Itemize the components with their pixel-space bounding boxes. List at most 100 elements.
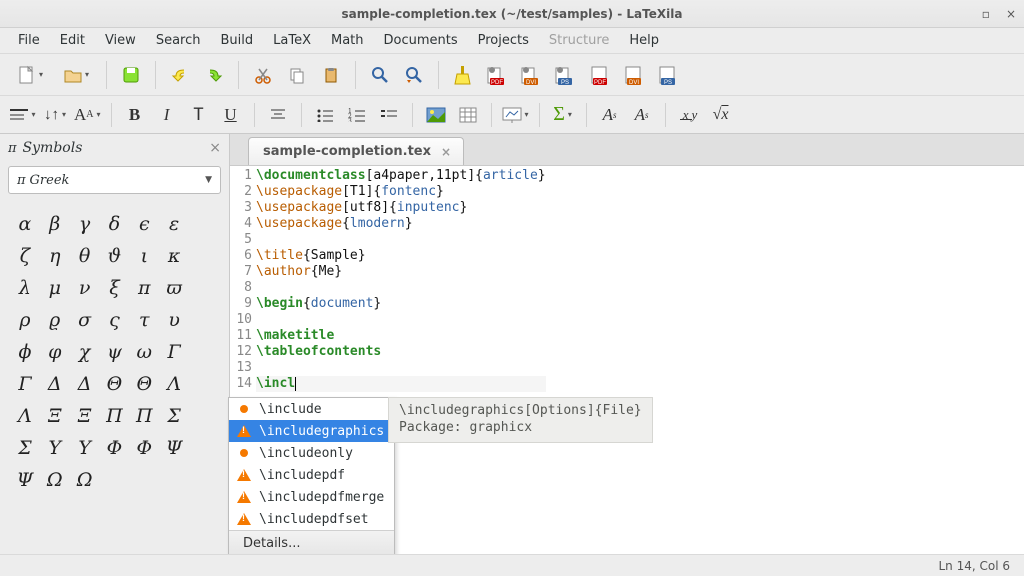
minimize-icon[interactable]: ▫ bbox=[982, 7, 990, 21]
menu-build[interactable]: Build bbox=[212, 29, 261, 52]
completion-popup[interactable]: \include\includegraphics\includeonly\inc… bbox=[228, 397, 395, 557]
menu-projects[interactable]: Projects bbox=[470, 29, 537, 52]
code-content[interactable]: \documentclass[a4paper,11pt]{article}\us… bbox=[256, 168, 546, 392]
symbol-cell[interactable]: Ξ bbox=[40, 400, 70, 432]
symbol-cell[interactable]: Λ bbox=[10, 400, 40, 432]
symbol-cell[interactable]: γ bbox=[70, 208, 100, 240]
symbol-cell[interactable]: ϑ bbox=[100, 240, 130, 272]
symbol-cell[interactable]: Ψ bbox=[10, 464, 40, 496]
menu-help[interactable]: Help bbox=[621, 29, 667, 52]
symbol-cell[interactable]: σ bbox=[70, 304, 100, 336]
menu-edit[interactable]: Edit bbox=[52, 29, 93, 52]
redo-button[interactable] bbox=[200, 61, 228, 89]
undo-button[interactable] bbox=[166, 61, 194, 89]
symbol-cell[interactable]: υ bbox=[159, 304, 189, 336]
symbol-cell[interactable]: Φ bbox=[100, 432, 130, 464]
menu-latex[interactable]: LaTeX bbox=[265, 29, 319, 52]
sectioning-button[interactable]: ▾ bbox=[10, 102, 36, 128]
symbol-cell[interactable]: ζ bbox=[10, 240, 40, 272]
math-sum-button[interactable]: Σ▾ bbox=[550, 102, 576, 128]
typewriter-button[interactable]: T bbox=[186, 102, 212, 128]
symbol-cell[interactable]: φ bbox=[40, 336, 70, 368]
list-bullet-button[interactable] bbox=[312, 102, 338, 128]
menu-documents[interactable]: Documents bbox=[376, 29, 466, 52]
symbol-cell[interactable]: Π bbox=[129, 400, 159, 432]
symbol-cell[interactable]: θ bbox=[70, 240, 100, 272]
completion-details-button[interactable]: Details... bbox=[229, 530, 394, 556]
menu-view[interactable]: View bbox=[97, 29, 144, 52]
side-panel-close-icon[interactable]: × bbox=[209, 140, 221, 156]
symbol-cell[interactable]: δ bbox=[100, 208, 130, 240]
char-size-button[interactable]: AA▾ bbox=[74, 102, 101, 128]
bold-button[interactable]: B bbox=[122, 102, 148, 128]
menu-file[interactable]: File bbox=[10, 29, 48, 52]
symbol-cell[interactable]: Γ bbox=[159, 336, 189, 368]
underline-button[interactable]: U bbox=[218, 102, 244, 128]
math-sqrt-button[interactable]: √x bbox=[708, 102, 734, 128]
italic-button[interactable]: I bbox=[154, 102, 180, 128]
table-button[interactable] bbox=[455, 102, 481, 128]
symbol-cell[interactable]: η bbox=[40, 240, 70, 272]
tab-close-icon[interactable]: × bbox=[441, 145, 451, 159]
copy-button[interactable] bbox=[283, 61, 311, 89]
completion-item[interactable]: \includepdfset bbox=[229, 508, 394, 530]
symbol-cell[interactable]: Δ bbox=[70, 368, 100, 400]
symbol-cell[interactable]: ϖ bbox=[159, 272, 189, 304]
symbol-cell[interactable]: ϵ bbox=[129, 208, 159, 240]
save-button[interactable] bbox=[117, 61, 145, 89]
math-super-button[interactable]: As bbox=[597, 102, 623, 128]
open-file-button[interactable]: ▾ bbox=[56, 61, 96, 89]
symbol-cell[interactable]: Λ bbox=[159, 368, 189, 400]
completion-item[interactable]: \includeonly bbox=[229, 442, 394, 464]
center-button[interactable] bbox=[265, 102, 291, 128]
build-dvips-button[interactable]: PS bbox=[551, 61, 579, 89]
symbol-cell[interactable]: Σ bbox=[10, 432, 40, 464]
symbol-cell[interactable]: ξ bbox=[100, 272, 130, 304]
symbol-cell[interactable]: ν bbox=[70, 272, 100, 304]
list-desc-button[interactable] bbox=[376, 102, 402, 128]
symbol-cell[interactable]: κ bbox=[159, 240, 189, 272]
math-sub-button[interactable]: As bbox=[629, 102, 655, 128]
completion-item[interactable]: \includepdfmerge bbox=[229, 486, 394, 508]
symbol-cell[interactable]: Σ bbox=[159, 400, 189, 432]
symbol-cell[interactable]: ϕ bbox=[10, 336, 40, 368]
symbol-cell[interactable]: Ω bbox=[40, 464, 70, 496]
symbol-cell[interactable]: χ bbox=[70, 336, 100, 368]
completion-item[interactable]: \includepdf bbox=[229, 464, 394, 486]
symbol-cell[interactable]: Φ bbox=[129, 432, 159, 464]
symbol-cell[interactable]: ς bbox=[100, 304, 130, 336]
find-button[interactable] bbox=[366, 61, 394, 89]
symbol-cell[interactable]: Γ bbox=[10, 368, 40, 400]
symbol-cell[interactable]: λ bbox=[10, 272, 40, 304]
find-replace-button[interactable] bbox=[400, 61, 428, 89]
view-pdf-button[interactable]: PDF bbox=[585, 61, 613, 89]
menu-math[interactable]: Math bbox=[323, 29, 372, 52]
cut-button[interactable] bbox=[249, 61, 277, 89]
symbol-cell[interactable]: α bbox=[10, 208, 40, 240]
build-latex-button[interactable]: DVI bbox=[517, 61, 545, 89]
references-button[interactable]: ↓↑▾ bbox=[42, 102, 68, 128]
symbol-cell[interactable]: Π bbox=[100, 400, 130, 432]
symbol-category-combo[interactable]: πGreek ▼ bbox=[8, 166, 221, 194]
symbol-cell[interactable]: ω bbox=[129, 336, 159, 368]
symbol-cell[interactable]: ι bbox=[129, 240, 159, 272]
symbol-cell[interactable]: ρ bbox=[10, 304, 40, 336]
build-pdflatex-button[interactable]: PDF bbox=[483, 61, 511, 89]
math-frac-button[interactable]: xy bbox=[676, 102, 702, 128]
tab-active[interactable]: sample-completion.tex × bbox=[248, 137, 464, 165]
symbol-cell[interactable]: β bbox=[40, 208, 70, 240]
new-file-button[interactable]: ▾ bbox=[10, 61, 50, 89]
symbol-cell[interactable]: ε bbox=[159, 208, 189, 240]
view-dvi-button[interactable]: DVI bbox=[619, 61, 647, 89]
symbol-cell[interactable]: Θ bbox=[129, 368, 159, 400]
list-enum-button[interactable]: 123 bbox=[344, 102, 370, 128]
symbol-cell[interactable]: Υ bbox=[70, 432, 100, 464]
build-clean-button[interactable] bbox=[449, 61, 477, 89]
figure-button[interactable] bbox=[423, 102, 449, 128]
completion-item[interactable]: \includegraphics bbox=[229, 420, 394, 442]
view-ps-button[interactable]: PS bbox=[653, 61, 681, 89]
presentation-button[interactable]: ▾ bbox=[502, 102, 529, 128]
symbol-cell[interactable]: Δ bbox=[40, 368, 70, 400]
symbol-cell[interactable]: Υ bbox=[40, 432, 70, 464]
menu-search[interactable]: Search bbox=[148, 29, 209, 52]
